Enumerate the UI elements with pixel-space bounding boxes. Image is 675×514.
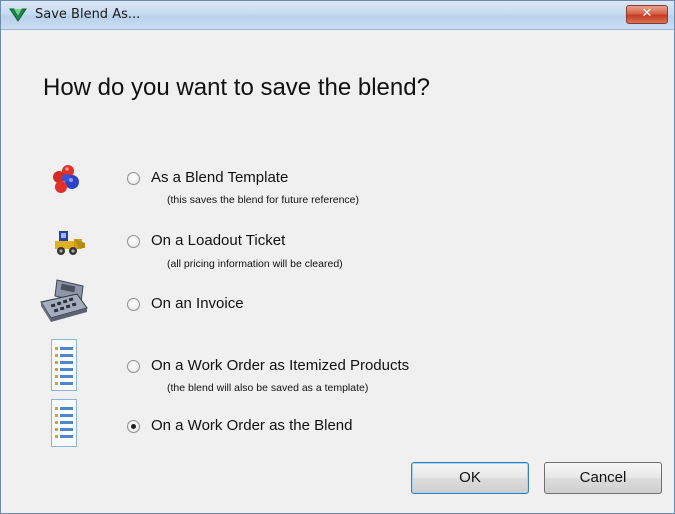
- window-title: Save Blend As...: [35, 7, 141, 22]
- ok-button[interactable]: OK: [411, 462, 529, 494]
- loadout-ticket-label[interactable]: On a Loadout Ticket: [151, 232, 285, 249]
- cancel-button[interactable]: Cancel: [544, 462, 662, 494]
- close-icon: ✕: [641, 6, 653, 21]
- close-button[interactable]: ✕: [626, 5, 668, 24]
- blend-template-radio[interactable]: [127, 172, 140, 185]
- save-blend-dialog: Save Blend As... ✕ How do you want to sa…: [0, 0, 675, 514]
- app-checkmark-icon: [9, 8, 27, 22]
- itemized-products-note: (the blend will also be saved as a templ…: [167, 382, 369, 394]
- blend-template-note: (this saves the blend for future referen…: [167, 194, 360, 206]
- work-order-blend-radio[interactable]: [127, 420, 140, 433]
- blend-template-label[interactable]: As a Blend Template: [151, 169, 288, 186]
- itemized-products-radio[interactable]: [127, 360, 140, 373]
- blend-molecules-icon: [53, 165, 79, 193]
- loadout-ticket-radio[interactable]: [127, 235, 140, 248]
- itemized-list-icon: [51, 339, 77, 391]
- invoice-label[interactable]: On an Invoice: [151, 295, 244, 312]
- work-order-blend-label[interactable]: On a Work Order as the Blend: [151, 417, 352, 434]
- dialog-heading: How do you want to save the blend?: [43, 74, 430, 101]
- list-document-icon: [51, 399, 77, 447]
- invoice-radio[interactable]: [127, 298, 140, 311]
- itemized-products-label[interactable]: On a Work Order as Itemized Products: [151, 357, 409, 374]
- loader-truck-icon: [55, 231, 85, 255]
- loadout-ticket-note: (all pricing information will be cleared…: [167, 258, 343, 270]
- title-bar: Save Blend As... ✕: [1, 1, 674, 30]
- cash-register-icon: [40, 279, 88, 322]
